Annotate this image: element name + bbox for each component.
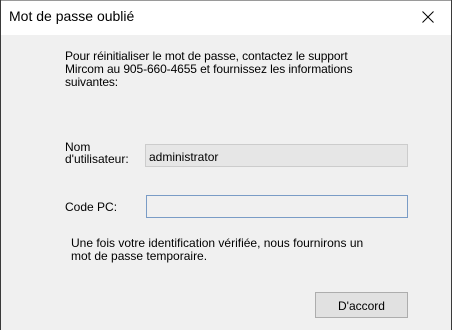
confirmation-text: Une fois votre identification vérifiée, … xyxy=(71,237,411,263)
title-bar[interactable]: Mot de passe oublié xyxy=(1,0,451,35)
pc-code-field[interactable] xyxy=(146,195,408,218)
confirmation-line: mot de passe temporaire. xyxy=(71,249,208,263)
close-icon xyxy=(422,11,434,23)
dialog-title: Mot de passe oublié xyxy=(9,8,135,24)
username-label: Nom d'utilisateur: xyxy=(65,141,145,165)
instructions-line: suivantes: xyxy=(65,75,119,89)
username-label-line: d'utilisateur: xyxy=(65,152,129,166)
forgot-password-dialog: Mot de passe oublié Pour réinitialiser l… xyxy=(0,0,452,330)
username-field[interactable]: administrator xyxy=(145,144,408,167)
close-button[interactable] xyxy=(405,0,451,35)
ok-button[interactable]: D'accord xyxy=(315,292,408,318)
instructions-text: Pour réinitialiser le mot de passe, cont… xyxy=(65,50,405,89)
pc-code-label: Code PC: xyxy=(65,200,118,214)
window-top-edge xyxy=(1,0,451,1)
